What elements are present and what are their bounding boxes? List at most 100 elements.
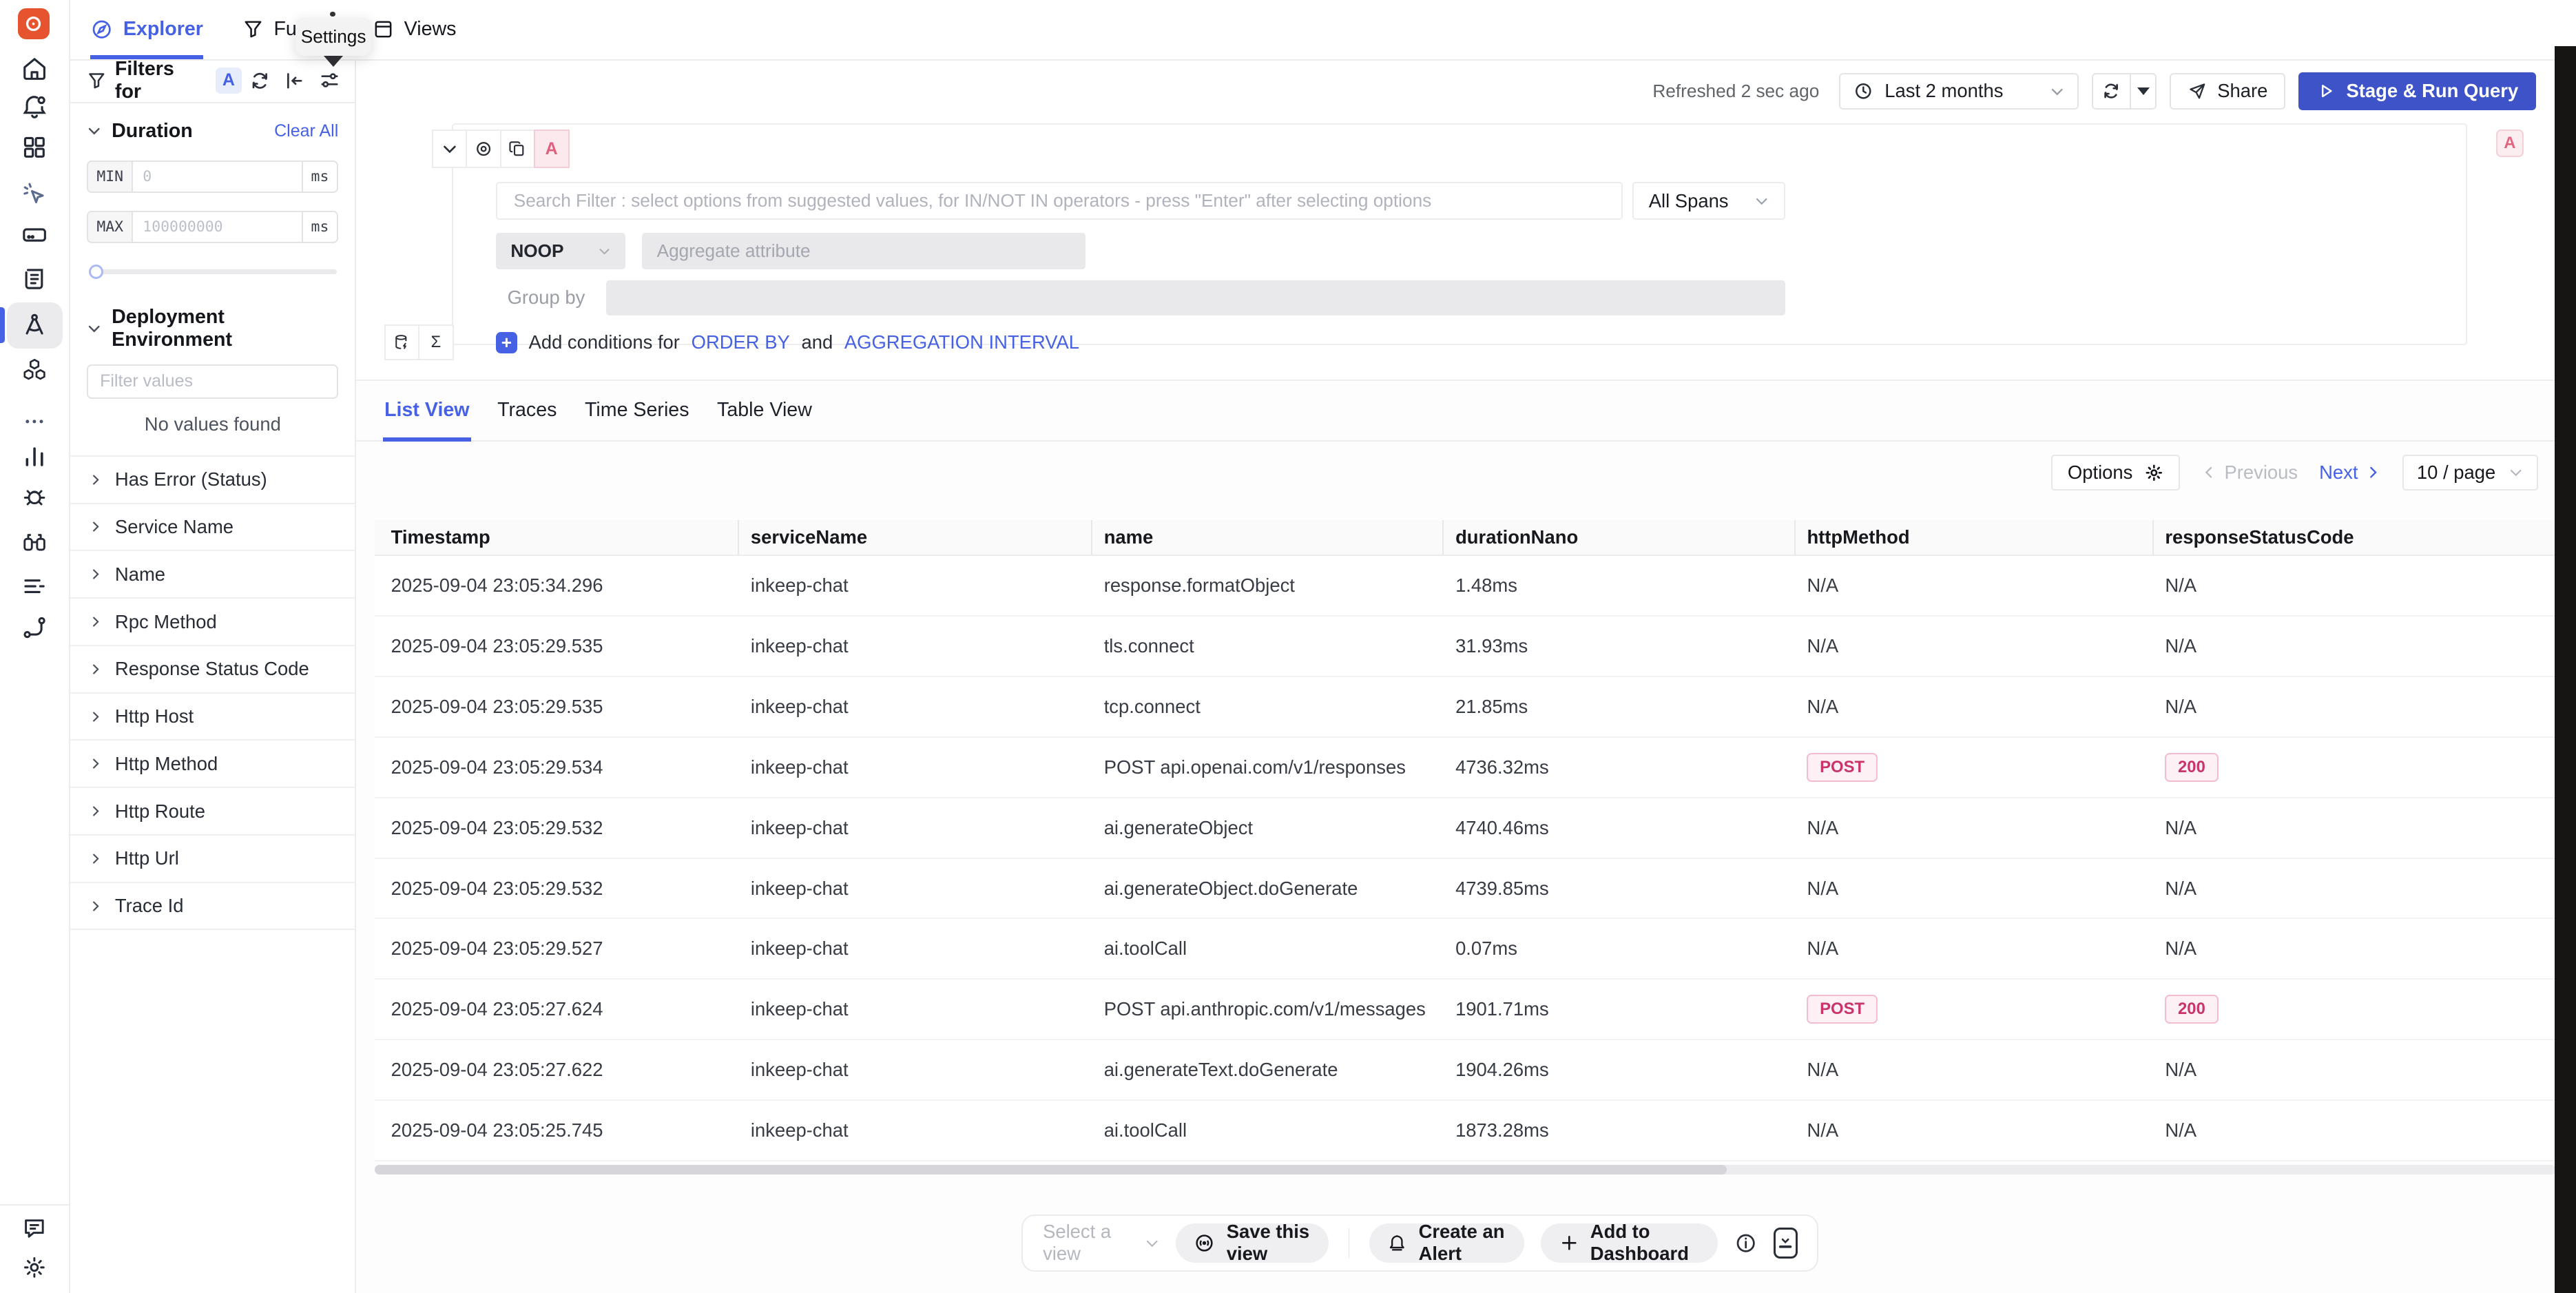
cell-service: inkeep-chat — [739, 756, 1092, 778]
alerts-bell-icon[interactable] — [0, 94, 69, 120]
signoz-logo-icon[interactable] — [18, 8, 49, 39]
tab-traces[interactable]: Traces — [496, 381, 559, 440]
col-timestamp[interactable]: Timestamp — [375, 520, 739, 555]
add-query-db-icon[interactable] — [384, 324, 420, 360]
span-row[interactable]: 2025-09-04 23:05:29.532 inkeep-chat ai.g… — [375, 859, 2556, 920]
col-httpmethod[interactable]: httpMethod — [1796, 520, 2154, 555]
filter-values-input[interactable] — [87, 364, 338, 399]
collapse-panel-icon[interactable] — [284, 71, 304, 91]
page-size-dropdown[interactable]: 10 / page — [2402, 455, 2538, 490]
filter-category-item[interactable]: Http Method — [69, 741, 355, 788]
infrastructure-server-icon[interactable] — [0, 222, 69, 248]
col-responsestatuscode[interactable]: responseStatusCode — [2154, 520, 2556, 555]
filter-settings-sliders-icon[interactable] — [319, 70, 340, 91]
filter-category-item[interactable]: Trace Id — [69, 883, 355, 931]
explorer-binoculars-icon[interactable] — [0, 529, 69, 555]
options-button[interactable]: Options — [2051, 455, 2180, 490]
span-row[interactable]: 2025-09-04 23:05:29.534 inkeep-chat POST… — [375, 738, 2556, 798]
span-row[interactable]: 2025-09-04 23:05:34.296 inkeep-chat resp… — [375, 556, 2556, 617]
order-by-link[interactable]: ORDER BY — [692, 331, 790, 353]
span-row[interactable]: 2025-09-04 23:05:27.624 inkeep-chat POST… — [375, 980, 2556, 1040]
select-view-dropdown[interactable]: Select a view — [1043, 1221, 1159, 1265]
tab-views[interactable]: Views — [373, 0, 456, 59]
col-servicename[interactable]: serviceName — [739, 520, 1092, 555]
duration-min-input[interactable] — [133, 162, 302, 192]
share-icon — [2188, 81, 2208, 101]
chevron-down-icon[interactable] — [87, 321, 101, 335]
stage-run-query-button[interactable]: Stage & Run Query — [2298, 72, 2536, 110]
sync-icon[interactable] — [250, 71, 270, 91]
span-row[interactable]: 2025-09-04 23:05:29.527 inkeep-chat ai.t… — [375, 919, 2556, 980]
col-name[interactable]: name — [1092, 520, 1444, 555]
tab-list-view[interactable]: List View — [383, 381, 471, 440]
filter-category-item[interactable]: Http Url — [69, 836, 355, 883]
span-row[interactable]: 2025-09-04 23:05:29.535 inkeep-chat tls.… — [375, 617, 2556, 677]
plus-icon[interactable]: + — [496, 332, 517, 353]
span-row[interactable]: 2025-09-04 23:05:29.532 inkeep-chat ai.g… — [375, 798, 2556, 859]
right-edge-scroll-strip[interactable] — [2555, 46, 2576, 1293]
cell-duration: 21.85ms — [1444, 696, 1795, 718]
refresh-icon[interactable] — [2093, 74, 2130, 107]
share-button[interactable]: Share — [2170, 73, 2285, 109]
span-row[interactable]: 2025-09-04 23:05:27.622 inkeep-chat ai.g… — [375, 1040, 2556, 1101]
time-range-dropdown[interactable]: Last 2 months — [1839, 73, 2079, 109]
create-alert-button[interactable]: Create an Alert — [1369, 1223, 1524, 1263]
support-chat-icon[interactable] — [0, 1216, 69, 1241]
span-row[interactable]: 2025-09-04 23:05:25.745 inkeep-chat ai.t… — [375, 1101, 2556, 1161]
metrics-chart-icon[interactable] — [0, 444, 69, 470]
exceptions-bug-icon[interactable] — [0, 483, 69, 509]
chevron-right-icon — [89, 900, 102, 913]
aggregation-interval-link[interactable]: AGGREGATION INTERVAL — [844, 331, 1079, 353]
dashboards-grid-icon[interactable] — [0, 135, 69, 160]
group-by-input[interactable] — [606, 280, 1785, 315]
aggregate-attribute-input[interactable]: Aggregate attribute — [642, 233, 1086, 269]
scrollbar-thumb[interactable] — [375, 1165, 1727, 1175]
copy-query-icon[interactable] — [500, 130, 536, 168]
home-icon[interactable] — [0, 56, 69, 82]
aggregate-operator-dropdown[interactable]: NOOP — [496, 233, 625, 269]
shortcuts-panel-icon[interactable] — [1774, 1228, 1797, 1259]
previous-page-button[interactable]: Previous — [2201, 462, 2298, 484]
tab-table-view[interactable]: Table View — [716, 381, 814, 440]
service-map-route-icon[interactable] — [0, 614, 69, 641]
more-ellipsis-icon[interactable] — [0, 409, 69, 434]
add-to-dashboard-button[interactable]: Add to Dashboard — [1541, 1223, 1718, 1263]
duration-max-input[interactable] — [133, 212, 302, 242]
span-scope-dropdown[interactable]: All Spans — [1632, 182, 1785, 220]
query-a-badge[interactable]: A — [216, 68, 241, 94]
filter-category-item[interactable]: Has Error (Status) — [69, 457, 355, 504]
tab-explorer[interactable]: Explorer — [90, 0, 203, 59]
query-a-toggle[interactable]: A — [534, 130, 570, 168]
visibility-icon[interactable] — [466, 130, 501, 168]
add-formula-sigma-icon[interactable]: Σ — [418, 324, 454, 360]
filter-category-item[interactable]: Rpc Method — [69, 599, 355, 646]
filter-category-item[interactable]: Response Status Code — [69, 646, 355, 694]
slider-handle[interactable] — [89, 265, 103, 279]
query-a-side-badge[interactable]: A — [2496, 130, 2524, 157]
services-cubes-icon[interactable] — [0, 357, 69, 383]
info-icon[interactable] — [1734, 1232, 1757, 1254]
settings-gear-icon[interactable] — [0, 1255, 69, 1280]
pipelines-list-icon[interactable] — [0, 573, 69, 599]
search-filter-input[interactable] — [496, 182, 1623, 220]
next-page-button[interactable]: Next — [2319, 462, 2381, 484]
filter-category-item[interactable]: Service Name — [69, 504, 355, 552]
traces-compass-icon[interactable] — [0, 312, 69, 338]
span-row[interactable]: 2025-09-04 23:05:29.535 inkeep-chat tcp.… — [375, 677, 2556, 738]
events-cursor-icon[interactable] — [0, 180, 69, 207]
clear-all-link[interactable]: Clear All — [274, 121, 338, 141]
filter-category-label: Has Error (Status) — [115, 468, 267, 490]
save-view-button[interactable]: Save this view — [1176, 1223, 1329, 1263]
logs-scroll-icon[interactable] — [0, 266, 69, 292]
refresh-options-caret[interactable] — [2131, 74, 2156, 107]
collapse-query-icon[interactable] — [432, 130, 468, 168]
tab-time-series[interactable]: Time Series — [583, 381, 691, 440]
filter-category-item[interactable]: Http Host — [69, 694, 355, 741]
horizontal-scrollbar[interactable] — [375, 1165, 2556, 1175]
col-durationnano[interactable]: durationNano — [1444, 520, 1795, 555]
chevron-down-icon[interactable] — [87, 123, 101, 138]
cell-timestamp: 2025-09-04 23:05:34.296 — [375, 575, 739, 597]
filter-category-item[interactable]: Http Route — [69, 788, 355, 836]
filter-category-item[interactable]: Name — [69, 551, 355, 599]
duration-slider[interactable] — [89, 265, 337, 279]
